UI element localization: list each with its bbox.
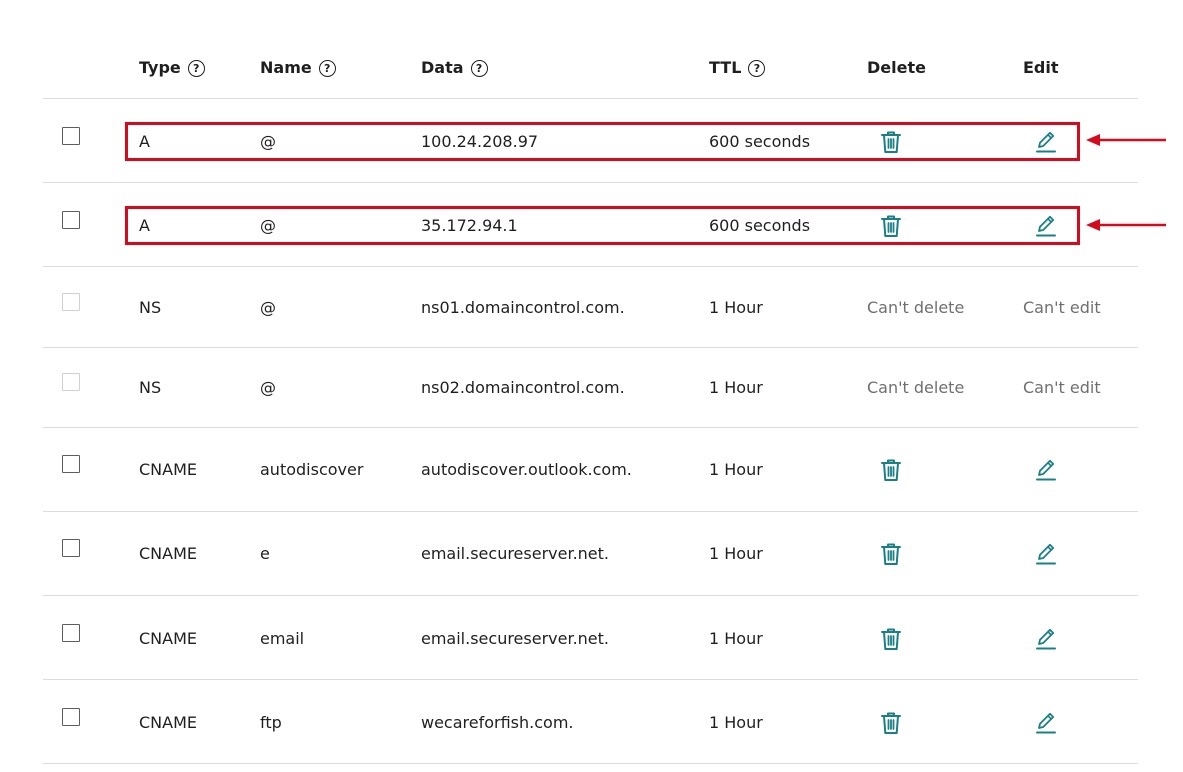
header-data-label: Data [421,58,464,77]
record-data: email.secureserver.net. [421,629,610,648]
header-name: Name ? [260,58,336,78]
delete-button[interactable] [878,541,904,567]
header-edit-label: Edit [1023,58,1059,77]
help-icon[interactable]: ? [187,59,205,77]
pencil-icon [1035,458,1057,482]
cant-delete-text: Can't delete [867,378,965,397]
pencil-icon [1035,542,1057,566]
help-icon[interactable]: ? [318,59,336,77]
record-ttl: 1 Hour [709,460,763,479]
trash-icon [880,711,902,735]
highlight-box [125,122,1080,161]
help-icon[interactable]: ? [470,59,488,77]
row-divider [43,595,1138,596]
record-type: CNAME [139,713,197,732]
record-type: NS [139,378,162,397]
row-divider [43,763,1138,764]
header-edit: Edit [1023,58,1059,78]
header-data: Data ? [421,58,488,78]
record-data: ns02.domaincontrol.com. [421,378,625,397]
row-checkbox[interactable] [62,211,80,229]
record-data: autodiscover.outlook.com. [421,460,632,479]
record-name: e [260,544,270,563]
record-name: autodiscover [260,460,364,479]
header-name-label: Name [260,58,312,77]
delete-button[interactable] [878,710,904,736]
pencil-icon [1035,627,1057,651]
pencil-icon [1035,711,1057,735]
record-name: @ [260,298,276,317]
dns-records-table: Type ? Name ? Data ? TTL ? Delete Edit A… [43,0,1138,772]
header-type-label: Type [139,58,181,77]
row-divider [43,98,1138,99]
header-type: Type ? [139,58,205,78]
header-ttl: TTL ? [709,58,766,78]
record-data: ns01.domaincontrol.com. [421,298,625,317]
record-ttl: 1 Hour [709,713,763,732]
record-data: email.secureserver.net. [421,544,610,563]
record-type: NS [139,298,162,317]
record-ttl: 1 Hour [709,378,763,397]
record-type: CNAME [139,629,197,648]
edit-button[interactable] [1033,710,1059,736]
header-delete-label: Delete [867,58,926,77]
red-arrow-icon [1084,130,1168,154]
trash-icon [880,542,902,566]
row-checkbox [62,293,80,311]
row-checkbox[interactable] [62,127,80,145]
row-divider [43,182,1138,183]
record-name: @ [260,378,276,397]
row-checkbox[interactable] [62,455,80,473]
trash-icon [880,627,902,651]
record-type: CNAME [139,460,197,479]
record-type: CNAME [139,544,197,563]
row-divider [43,266,1138,267]
row-checkbox[interactable] [62,624,80,642]
header-ttl-label: TTL [709,58,742,77]
row-checkbox[interactable] [62,708,80,726]
cant-edit-text: Can't edit [1023,378,1101,397]
cant-edit-text: Can't edit [1023,298,1101,317]
edit-button[interactable] [1033,626,1059,652]
highlight-box [125,206,1080,245]
record-name: ftp [260,713,282,732]
row-divider [43,511,1138,512]
header-delete: Delete [867,58,926,78]
edit-button[interactable] [1033,457,1059,483]
edit-button[interactable] [1033,541,1059,567]
record-name: email [260,629,305,648]
trash-icon [880,458,902,482]
red-arrow-icon [1084,215,1168,239]
record-data: wecareforfish.com. [421,713,574,732]
cant-delete-text: Can't delete [867,298,965,317]
delete-button[interactable] [878,626,904,652]
row-checkbox[interactable] [62,539,80,557]
help-icon[interactable]: ? [748,59,766,77]
record-ttl: 1 Hour [709,629,763,648]
row-checkbox [62,373,80,391]
record-ttl: 1 Hour [709,298,763,317]
row-divider [43,347,1138,348]
record-ttl: 1 Hour [709,544,763,563]
row-divider [43,679,1138,680]
row-divider [43,427,1138,428]
delete-button[interactable] [878,457,904,483]
